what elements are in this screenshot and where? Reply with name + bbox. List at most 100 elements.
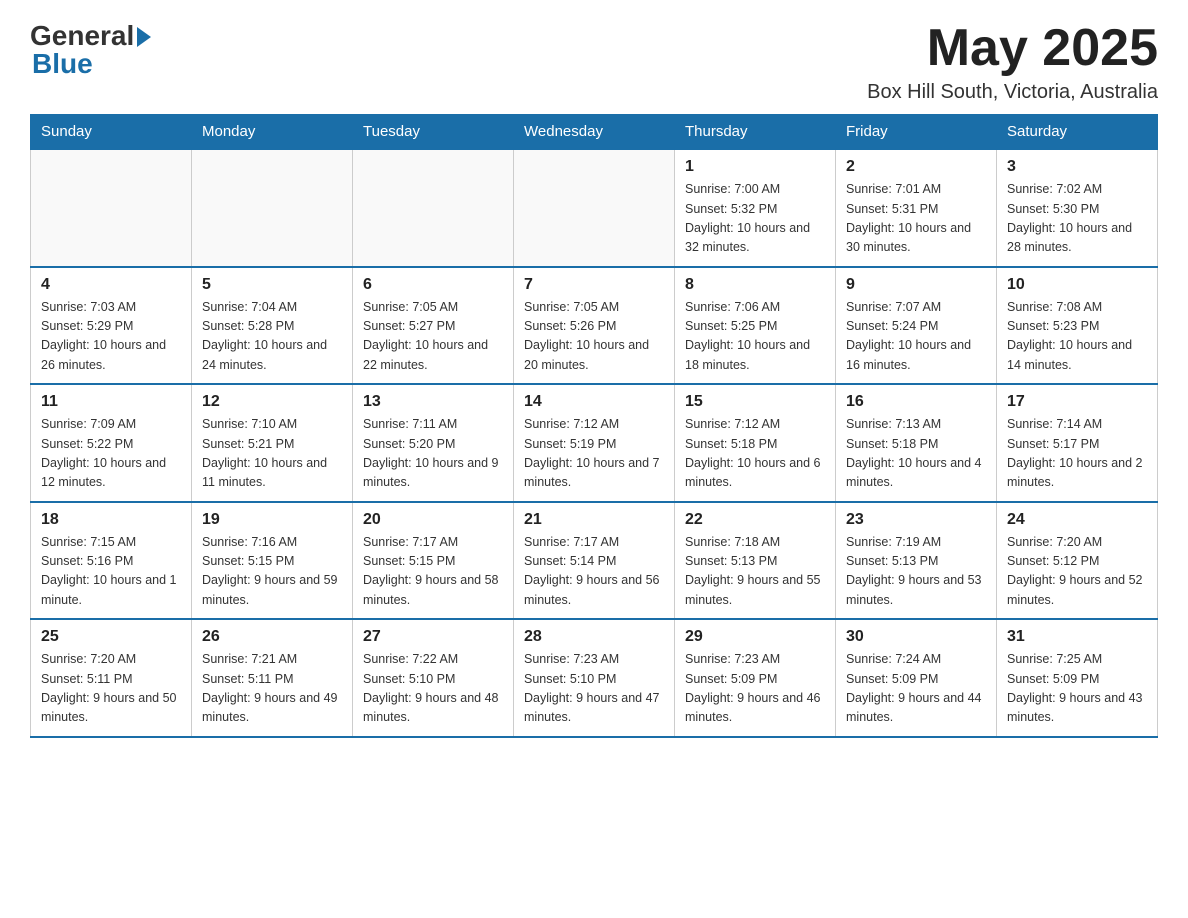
calendar-cell: 1Sunrise: 7:00 AM Sunset: 5:32 PM Daylig… xyxy=(675,149,836,267)
calendar-cell: 26 Sunrise: 7:21 AM Sunset: 5:11 PM Dayli… xyxy=(192,619,353,737)
day-number: 1 xyxy=(685,158,825,176)
calendar-cell: 5 Sunrise: 7:04 AM Sunset: 5:28 PM Daylig… xyxy=(192,267,353,385)
logo-arrow-icon xyxy=(137,27,151,47)
day-info: Sunrise: 7:08 AM Sunset: 5:23 PM Dayligh… xyxy=(1007,298,1147,376)
day-number: 3 xyxy=(1007,158,1147,176)
calendar-cell: 23 Sunrise: 7:19 AM Sunset: 5:13 PM Dayli… xyxy=(836,502,997,620)
day-number: 9 xyxy=(846,276,986,294)
calendar-cell: 29 Sunrise: 7:23 AM Sunset: 5:09 PM Dayli… xyxy=(675,619,836,737)
logo: General Blue xyxy=(30,20,151,80)
calendar-cell: 20 Sunrise: 7:17 AM Sunset: 5:15 PM Dayli… xyxy=(353,502,514,620)
calendar-cell: 4Sunrise: 7:03 AM Sunset: 5:29 PM Daylig… xyxy=(31,267,192,385)
calendar-cell: 9 Sunrise: 7:07 AM Sunset: 5:24 PM Daylig… xyxy=(836,267,997,385)
day-info: Sunrise: 7:12 AM Sunset: 5:19 PM Dayligh… xyxy=(524,415,664,493)
day-info: Sunrise: 7:07 AM Sunset: 5:24 PM Dayligh… xyxy=(846,298,986,376)
weekday-header-wednesday: Wednesday xyxy=(514,115,675,150)
day-info: Sunrise: 7:11 AM Sunset: 5:20 PM Dayligh… xyxy=(363,415,503,493)
day-info: Sunrise: 7:18 AM Sunset: 5:13 PM Dayligh… xyxy=(685,533,825,611)
calendar-cell xyxy=(353,149,514,267)
calendar-cell xyxy=(514,149,675,267)
day-info: Sunrise: 7:24 AM Sunset: 5:09 PM Dayligh… xyxy=(846,650,986,728)
weekday-header-tuesday: Tuesday xyxy=(353,115,514,150)
calendar-cell: 2 Sunrise: 7:01 AM Sunset: 5:31 PM Daylig… xyxy=(836,149,997,267)
day-number: 25 xyxy=(41,628,181,646)
day-number: 7 xyxy=(524,276,664,294)
day-number: 30 xyxy=(846,628,986,646)
day-info: Sunrise: 7:19 AM Sunset: 5:13 PM Dayligh… xyxy=(846,533,986,611)
day-number: 17 xyxy=(1007,393,1147,411)
day-number: 26 xyxy=(202,628,342,646)
page-header: General Blue May 2025 Box Hill South, Vi… xyxy=(30,20,1158,104)
day-info: Sunrise: 7:13 AM Sunset: 5:18 PM Dayligh… xyxy=(846,415,986,493)
day-number: 2 xyxy=(846,158,986,176)
day-number: 11 xyxy=(41,393,181,411)
day-number: 21 xyxy=(524,511,664,529)
day-info: Sunrise: 7:17 AM Sunset: 5:15 PM Dayligh… xyxy=(363,533,503,611)
weekday-header-friday: Friday xyxy=(836,115,997,150)
calendar-cell: 22Sunrise: 7:18 AM Sunset: 5:13 PM Dayli… xyxy=(675,502,836,620)
weekday-header-sunday: Sunday xyxy=(31,115,192,150)
day-number: 14 xyxy=(524,393,664,411)
day-info: Sunrise: 7:22 AM Sunset: 5:10 PM Dayligh… xyxy=(363,650,503,728)
day-info: Sunrise: 7:04 AM Sunset: 5:28 PM Dayligh… xyxy=(202,298,342,376)
calendar-cell: 7 Sunrise: 7:05 AM Sunset: 5:26 PM Daylig… xyxy=(514,267,675,385)
day-info: Sunrise: 7:17 AM Sunset: 5:14 PM Dayligh… xyxy=(524,533,664,611)
calendar-cell: 8Sunrise: 7:06 AM Sunset: 5:25 PM Daylig… xyxy=(675,267,836,385)
day-number: 23 xyxy=(846,511,986,529)
calendar-cell: 15Sunrise: 7:12 AM Sunset: 5:18 PM Dayli… xyxy=(675,384,836,502)
day-info: Sunrise: 7:01 AM Sunset: 5:31 PM Dayligh… xyxy=(846,180,986,258)
calendar-week-row: 1Sunrise: 7:00 AM Sunset: 5:32 PM Daylig… xyxy=(31,149,1158,267)
calendar-cell: 30 Sunrise: 7:24 AM Sunset: 5:09 PM Dayli… xyxy=(836,619,997,737)
day-info: Sunrise: 7:23 AM Sunset: 5:10 PM Dayligh… xyxy=(524,650,664,728)
day-number: 12 xyxy=(202,393,342,411)
day-info: Sunrise: 7:21 AM Sunset: 5:11 PM Dayligh… xyxy=(202,650,342,728)
calendar-table: SundayMondayTuesdayWednesdayThursdayFrid… xyxy=(30,114,1158,738)
day-info: Sunrise: 7:05 AM Sunset: 5:26 PM Dayligh… xyxy=(524,298,664,376)
day-info: Sunrise: 7:15 AM Sunset: 5:16 PM Dayligh… xyxy=(41,533,181,611)
calendar-cell: 17 Sunrise: 7:14 AM Sunset: 5:17 PM Dayli… xyxy=(997,384,1158,502)
day-number: 31 xyxy=(1007,628,1147,646)
day-number: 20 xyxy=(363,511,503,529)
day-number: 13 xyxy=(363,393,503,411)
day-number: 5 xyxy=(202,276,342,294)
calendar-header-row: SundayMondayTuesdayWednesdayThursdayFrid… xyxy=(31,115,1158,150)
day-info: Sunrise: 7:10 AM Sunset: 5:21 PM Dayligh… xyxy=(202,415,342,493)
calendar-cell: 21 Sunrise: 7:17 AM Sunset: 5:14 PM Dayli… xyxy=(514,502,675,620)
calendar-cell: 16Sunrise: 7:13 AM Sunset: 5:18 PM Dayli… xyxy=(836,384,997,502)
day-info: Sunrise: 7:14 AM Sunset: 5:17 PM Dayligh… xyxy=(1007,415,1147,493)
calendar-cell: 18Sunrise: 7:15 AM Sunset: 5:16 PM Dayli… xyxy=(31,502,192,620)
day-number: 29 xyxy=(685,628,825,646)
calendar-cell: 3 Sunrise: 7:02 AM Sunset: 5:30 PM Daylig… xyxy=(997,149,1158,267)
title-area: May 2025 Box Hill South, Victoria, Austr… xyxy=(867,20,1158,104)
location-subtitle: Box Hill South, Victoria, Australia xyxy=(867,81,1158,104)
day-info: Sunrise: 7:03 AM Sunset: 5:29 PM Dayligh… xyxy=(41,298,181,376)
day-info: Sunrise: 7:23 AM Sunset: 5:09 PM Dayligh… xyxy=(685,650,825,728)
calendar-week-row: 18Sunrise: 7:15 AM Sunset: 5:16 PM Dayli… xyxy=(31,502,1158,620)
calendar-cell: 12 Sunrise: 7:10 AM Sunset: 5:21 PM Dayli… xyxy=(192,384,353,502)
calendar-cell: 10 Sunrise: 7:08 AM Sunset: 5:23 PM Dayli… xyxy=(997,267,1158,385)
calendar-cell: 6Sunrise: 7:05 AM Sunset: 5:27 PM Daylig… xyxy=(353,267,514,385)
day-info: Sunrise: 7:25 AM Sunset: 5:09 PM Dayligh… xyxy=(1007,650,1147,728)
calendar-cell: 27 Sunrise: 7:22 AM Sunset: 5:10 PM Dayli… xyxy=(353,619,514,737)
day-number: 27 xyxy=(363,628,503,646)
logo-blue-text: Blue xyxy=(32,48,93,80)
day-info: Sunrise: 7:05 AM Sunset: 5:27 PM Dayligh… xyxy=(363,298,503,376)
day-number: 19 xyxy=(202,511,342,529)
calendar-cell: 24 Sunrise: 7:20 AM Sunset: 5:12 PM Dayli… xyxy=(997,502,1158,620)
calendar-cell: 25Sunrise: 7:20 AM Sunset: 5:11 PM Dayli… xyxy=(31,619,192,737)
calendar-week-row: 25Sunrise: 7:20 AM Sunset: 5:11 PM Dayli… xyxy=(31,619,1158,737)
month-year-title: May 2025 xyxy=(867,20,1158,77)
calendar-cell: 13 Sunrise: 7:11 AM Sunset: 5:20 PM Dayli… xyxy=(353,384,514,502)
day-info: Sunrise: 7:16 AM Sunset: 5:15 PM Dayligh… xyxy=(202,533,342,611)
calendar-cell: 31 Sunrise: 7:25 AM Sunset: 5:09 PM Dayli… xyxy=(997,619,1158,737)
day-info: Sunrise: 7:09 AM Sunset: 5:22 PM Dayligh… xyxy=(41,415,181,493)
calendar-week-row: 4Sunrise: 7:03 AM Sunset: 5:29 PM Daylig… xyxy=(31,267,1158,385)
day-info: Sunrise: 7:02 AM Sunset: 5:30 PM Dayligh… xyxy=(1007,180,1147,258)
day-number: 24 xyxy=(1007,511,1147,529)
calendar-cell: 19 Sunrise: 7:16 AM Sunset: 5:15 PM Dayli… xyxy=(192,502,353,620)
weekday-header-thursday: Thursday xyxy=(675,115,836,150)
day-info: Sunrise: 7:20 AM Sunset: 5:12 PM Dayligh… xyxy=(1007,533,1147,611)
day-info: Sunrise: 7:06 AM Sunset: 5:25 PM Dayligh… xyxy=(685,298,825,376)
weekday-header-saturday: Saturday xyxy=(997,115,1158,150)
day-number: 10 xyxy=(1007,276,1147,294)
